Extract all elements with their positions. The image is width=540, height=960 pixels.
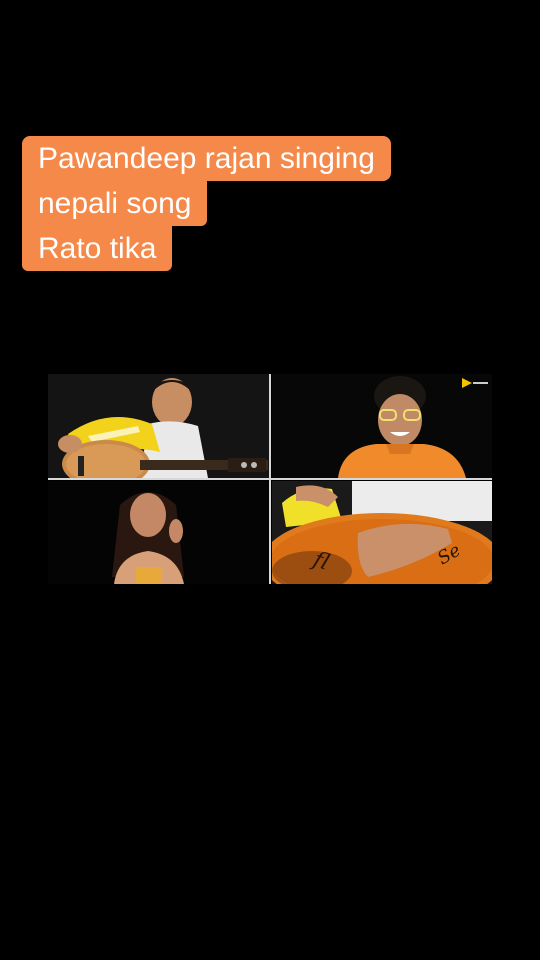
drummer-tile: fl Se xyxy=(272,481,492,584)
guitarist-tile xyxy=(48,374,269,478)
guitarist-image xyxy=(48,374,269,478)
grid-divider-horizontal xyxy=(48,478,492,480)
caption-line-2: nepali song xyxy=(22,181,208,226)
logo-icon xyxy=(462,378,488,388)
caption-line-3: Rato tika xyxy=(22,226,173,271)
caption-line-1: Pawandeep rajan singing xyxy=(22,136,391,181)
video-frame[interactable]: fl Se xyxy=(48,374,492,584)
video-caption: Pawandeep rajan singing nepali song Rato… xyxy=(22,136,462,271)
female-singer-tile xyxy=(48,481,269,584)
singer-tile xyxy=(272,374,492,478)
female-singer-image xyxy=(48,481,269,584)
drummer-image: fl Se xyxy=(272,481,492,584)
singer-image xyxy=(272,374,492,478)
